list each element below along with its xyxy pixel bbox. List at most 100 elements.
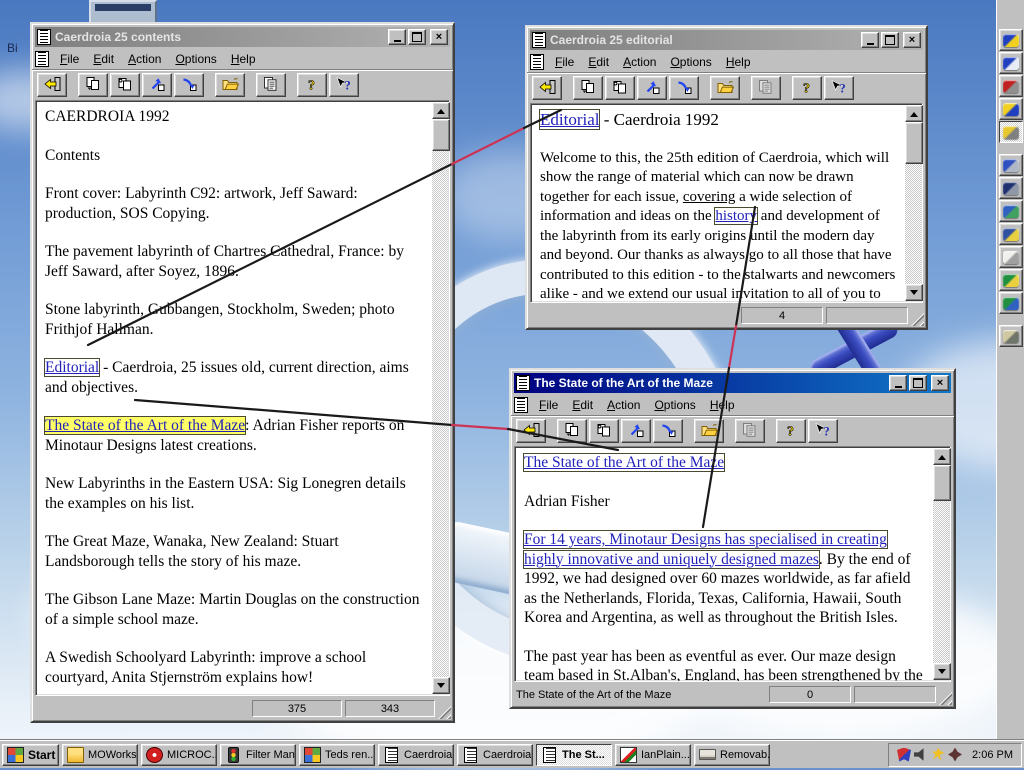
messenger-icon[interactable] xyxy=(931,747,945,761)
menu-action[interactable]: Action xyxy=(600,396,647,414)
menu-options[interactable]: Options xyxy=(663,53,718,71)
scroll-down-button[interactable] xyxy=(432,677,450,694)
copy-question-button[interactable] xyxy=(605,76,635,100)
launcher-stapler-button[interactable] xyxy=(998,75,1023,97)
vertical-scrollbar[interactable] xyxy=(933,448,951,680)
menu-action[interactable]: Action xyxy=(121,50,168,68)
menu-edit[interactable]: Edit xyxy=(581,53,616,71)
copy-question-button[interactable] xyxy=(589,419,619,443)
jump-forward-button[interactable] xyxy=(653,419,683,443)
open-folder-button[interactable] xyxy=(215,73,245,97)
start-button[interactable]: Start xyxy=(2,743,59,766)
menu-edit[interactable]: Edit xyxy=(86,50,121,68)
titlebar[interactable]: Caerdroia 25 contents × xyxy=(35,27,450,47)
help-button[interactable]: ? xyxy=(297,73,327,97)
launcher-disk-swap-button[interactable] xyxy=(998,200,1023,222)
launcher-satchel-button[interactable] xyxy=(998,246,1023,268)
menu-help[interactable]: Help xyxy=(703,396,742,414)
close-button[interactable]: × xyxy=(430,29,448,45)
jump-back-button[interactable] xyxy=(637,76,667,100)
minimize-button[interactable] xyxy=(388,29,406,45)
jump-forward-button[interactable] xyxy=(174,73,204,97)
jump-back-button[interactable] xyxy=(621,419,651,443)
maximize-button[interactable] xyxy=(909,375,927,391)
page-icon[interactable] xyxy=(514,396,528,413)
help-button[interactable]: ? xyxy=(792,76,822,100)
taskbar-button-ianplain-[interactable]: IanPlain.... xyxy=(615,743,691,766)
menu-help[interactable]: Help xyxy=(719,53,758,71)
launcher-lock-button[interactable] xyxy=(998,98,1023,120)
close-button[interactable]: × xyxy=(903,32,921,48)
scroll-up-button[interactable] xyxy=(432,102,450,119)
minimize-button[interactable] xyxy=(861,32,879,48)
desktop-icon-label[interactable]: Bi xyxy=(7,41,18,55)
titlebar[interactable]: The State of the Art of the Maze × xyxy=(514,373,951,393)
context-help-button[interactable]: ? xyxy=(329,73,359,97)
scrollbar-thumb[interactable] xyxy=(905,122,923,164)
exit-button[interactable] xyxy=(532,76,562,100)
launcher-bug-button[interactable] xyxy=(998,29,1023,51)
speaker-icon[interactable] xyxy=(914,748,924,761)
launcher-scanner-button[interactable] xyxy=(998,177,1023,199)
shield-icon[interactable] xyxy=(897,747,912,762)
context-help-button[interactable]: ? xyxy=(808,419,838,443)
exit-button[interactable] xyxy=(37,73,67,97)
help-button[interactable]: ? xyxy=(776,419,806,443)
menu-file[interactable]: File xyxy=(532,396,565,414)
close-button[interactable]: × xyxy=(931,375,949,391)
scroll-down-button[interactable] xyxy=(933,663,951,680)
taskbar-button-removab-[interactable]: Removab... xyxy=(694,743,770,766)
maximize-button[interactable] xyxy=(408,29,426,45)
taskbar-button-microc-[interactable]: MICROC... xyxy=(141,743,217,766)
hyperlink-history[interactable]: history xyxy=(714,207,759,225)
open-folder-button[interactable] xyxy=(694,419,724,443)
hyperlink-state-of-the-art[interactable]: The State of the Art of the Maze xyxy=(522,453,726,472)
minimize-button[interactable] xyxy=(889,375,907,391)
menu-file[interactable]: File xyxy=(548,53,581,71)
launcher-disk-n-button[interactable] xyxy=(998,269,1023,291)
copy-question-button[interactable] xyxy=(110,73,140,97)
menu-edit[interactable]: Edit xyxy=(565,396,600,414)
page-icon[interactable] xyxy=(530,53,544,70)
hyperlink-editorial[interactable]: Editorial xyxy=(43,358,101,377)
exit-button[interactable] xyxy=(516,419,546,443)
copy-pages-button[interactable] xyxy=(735,419,765,443)
jump-back-button[interactable] xyxy=(142,73,172,97)
copy-down-button[interactable] xyxy=(557,419,587,443)
hyperlink-editorial[interactable]: Editorial xyxy=(538,109,601,130)
titlebar[interactable]: Caerdroia 25 editorial × xyxy=(530,30,923,50)
hyperlink-state-of-the-art[interactable]: The State of the Art of the Maze xyxy=(43,416,247,435)
copy-down-button[interactable] xyxy=(573,76,603,100)
resize-grip[interactable] xyxy=(438,706,451,719)
menu-help[interactable]: Help xyxy=(224,50,263,68)
resize-grip[interactable] xyxy=(939,692,952,705)
vertical-scrollbar[interactable] xyxy=(905,105,923,301)
launcher-horseshoe-button[interactable] xyxy=(998,52,1023,74)
launcher-books-button[interactable] xyxy=(998,154,1023,176)
taskbar-button-the-st-[interactable]: The St... xyxy=(536,743,612,766)
copy-pages-button[interactable] xyxy=(751,76,781,100)
open-folder-button[interactable] xyxy=(710,76,740,100)
scroll-up-button[interactable] xyxy=(905,105,923,122)
vertical-scrollbar[interactable] xyxy=(432,102,450,694)
page-icon[interactable] xyxy=(35,50,49,67)
launcher-camera-button[interactable] xyxy=(998,223,1023,245)
maximize-button[interactable] xyxy=(881,32,899,48)
menu-action[interactable]: Action xyxy=(616,53,663,71)
scroll-down-button[interactable] xyxy=(905,284,923,301)
taskbar-button-moworks[interactable]: MOWorks xyxy=(62,743,138,766)
copy-down-button[interactable] xyxy=(78,73,108,97)
plugin-icon[interactable] xyxy=(948,747,963,762)
jump-forward-button[interactable] xyxy=(669,76,699,100)
taskbar-button-caerdroia-[interactable]: Caerdroia... xyxy=(457,743,533,766)
menu-file[interactable]: File xyxy=(53,50,86,68)
scrollbar-thumb[interactable] xyxy=(933,465,951,501)
copy-pages-button[interactable] xyxy=(256,73,286,97)
launcher-notebook-button[interactable] xyxy=(998,325,1023,347)
context-help-button[interactable]: ? xyxy=(824,76,854,100)
taskbar-button-caerdroia-[interactable]: Caerdroia... xyxy=(378,743,454,766)
taskbar-button-teds-ren-[interactable]: Teds ren... xyxy=(299,743,375,766)
taskbar-button-filter-man-[interactable]: Filter Man... xyxy=(220,743,296,766)
resize-grip[interactable] xyxy=(911,313,924,326)
scrollbar-thumb[interactable] xyxy=(432,119,450,151)
